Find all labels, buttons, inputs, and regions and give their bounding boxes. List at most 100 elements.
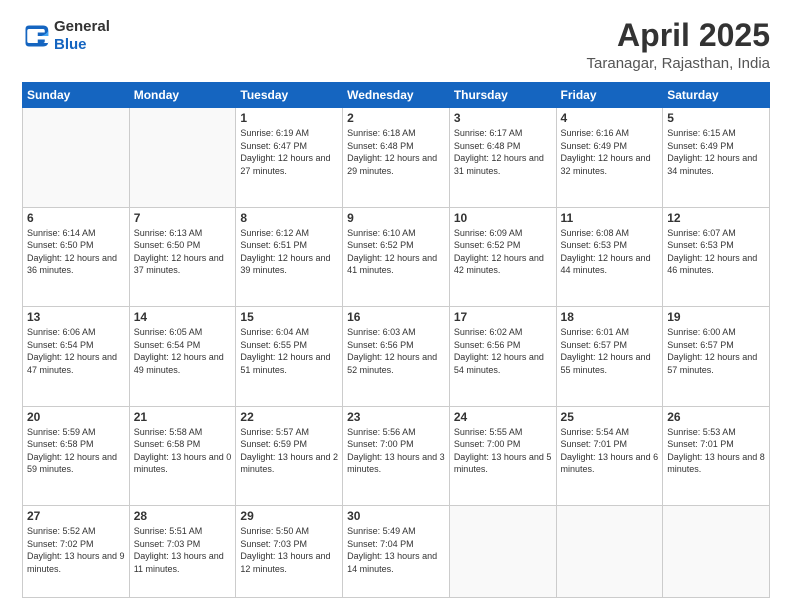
table-row: 6 Sunrise: 6:14 AM Sunset: 6:50 PM Daylig… — [23, 207, 130, 306]
day-info: Sunrise: 5:54 AM Sunset: 7:01 PM Dayligh… — [561, 426, 659, 476]
calendar-week-row: 6 Sunrise: 6:14 AM Sunset: 6:50 PM Daylig… — [23, 207, 770, 306]
table-row: 1Sunrise: 6:19 AM Sunset: 6:47 PM Daylig… — [236, 108, 343, 207]
table-row: 24 Sunrise: 5:55 AM Sunset: 7:00 PM Dayli… — [449, 406, 556, 505]
day-info: Sunrise: 5:57 AM Sunset: 6:59 PM Dayligh… — [240, 426, 338, 476]
day-info: Sunrise: 5:58 AM Sunset: 6:58 PM Dayligh… — [134, 426, 232, 476]
day-info: Sunrise: 6:00 AM Sunset: 6:57 PM Dayligh… — [667, 326, 765, 376]
table-row: 29Sunrise: 5:50 AM Sunset: 7:03 PM Dayli… — [236, 506, 343, 598]
day-number: 2 — [347, 111, 445, 125]
day-number: 17 — [454, 310, 552, 324]
day-info: Sunrise: 6:07 AM Sunset: 6:53 PM Dayligh… — [667, 227, 765, 277]
day-number: 27 — [27, 509, 125, 523]
day-info: Sunrise: 5:52 AM Sunset: 7:02 PM Dayligh… — [27, 525, 125, 575]
day-number: 5 — [667, 111, 765, 125]
table-row: 7 Sunrise: 6:13 AM Sunset: 6:50 PM Daylig… — [129, 207, 236, 306]
day-info: Sunrise: 6:06 AM Sunset: 6:54 PM Dayligh… — [27, 326, 125, 376]
day-info: Sunrise: 5:56 AM Sunset: 7:00 PM Dayligh… — [347, 426, 445, 476]
table-row: 2 Sunrise: 6:18 AM Sunset: 6:48 PM Daylig… — [343, 108, 450, 207]
day-number: 24 — [454, 410, 552, 424]
table-row: 27 Sunrise: 5:52 AM Sunset: 7:02 PM Dayli… — [23, 506, 130, 598]
calendar-week-row: 27 Sunrise: 5:52 AM Sunset: 7:02 PM Dayli… — [23, 506, 770, 598]
day-number: 3 — [454, 111, 552, 125]
day-number: 20 — [27, 410, 125, 424]
day-info: Sunrise: 6:14 AM Sunset: 6:50 PM Dayligh… — [27, 227, 125, 277]
calendar-week-row: 1Sunrise: 6:19 AM Sunset: 6:47 PM Daylig… — [23, 108, 770, 207]
table-row: 26Sunrise: 5:53 AM Sunset: 7:01 PM Dayli… — [663, 406, 770, 505]
day-info: Sunrise: 6:12 AM Sunset: 6:51 PM Dayligh… — [240, 227, 338, 277]
day-number: 22 — [240, 410, 338, 424]
table-row: 20Sunrise: 5:59 AM Sunset: 6:58 PM Dayli… — [23, 406, 130, 505]
table-row: 28Sunrise: 5:51 AM Sunset: 7:03 PM Dayli… — [129, 506, 236, 598]
day-info: Sunrise: 6:08 AM Sunset: 6:53 PM Dayligh… — [561, 227, 659, 277]
day-number: 14 — [134, 310, 232, 324]
day-number: 15 — [240, 310, 338, 324]
day-number: 7 — [134, 211, 232, 225]
day-info: Sunrise: 6:19 AM Sunset: 6:47 PM Dayligh… — [240, 127, 338, 177]
table-row — [556, 506, 663, 598]
day-number: 12 — [667, 211, 765, 225]
col-friday: Friday — [556, 83, 663, 108]
col-monday: Monday — [129, 83, 236, 108]
day-info: Sunrise: 5:53 AM Sunset: 7:01 PM Dayligh… — [667, 426, 765, 476]
table-row — [449, 506, 556, 598]
day-info: Sunrise: 6:03 AM Sunset: 6:56 PM Dayligh… — [347, 326, 445, 376]
col-thursday: Thursday — [449, 83, 556, 108]
day-number: 30 — [347, 509, 445, 523]
table-row — [23, 108, 130, 207]
day-info: Sunrise: 6:01 AM Sunset: 6:57 PM Dayligh… — [561, 326, 659, 376]
table-row: 4 Sunrise: 6:16 AM Sunset: 6:49 PM Daylig… — [556, 108, 663, 207]
day-number: 4 — [561, 111, 659, 125]
day-number: 28 — [134, 509, 232, 523]
table-row: 11 Sunrise: 6:08 AM Sunset: 6:53 PM Dayli… — [556, 207, 663, 306]
day-number: 16 — [347, 310, 445, 324]
calendar-header-row: Sunday Monday Tuesday Wednesday Thursday… — [23, 83, 770, 108]
table-row: 19 Sunrise: 6:00 AM Sunset: 6:57 PM Dayli… — [663, 307, 770, 406]
logo: General Blue — [22, 18, 110, 54]
day-info: Sunrise: 6:10 AM Sunset: 6:52 PM Dayligh… — [347, 227, 445, 277]
table-row: 9 Sunrise: 6:10 AM Sunset: 6:52 PM Daylig… — [343, 207, 450, 306]
table-row: 25 Sunrise: 5:54 AM Sunset: 7:01 PM Dayli… — [556, 406, 663, 505]
location-title: Taranagar, Rajasthan, India — [587, 55, 770, 72]
header: General Blue April 2025 Taranagar, Rajas… — [22, 18, 770, 72]
table-row: 13 Sunrise: 6:06 AM Sunset: 6:54 PM Dayli… — [23, 307, 130, 406]
day-number: 19 — [667, 310, 765, 324]
table-row: 10Sunrise: 6:09 AM Sunset: 6:52 PM Dayli… — [449, 207, 556, 306]
day-info: Sunrise: 6:13 AM Sunset: 6:50 PM Dayligh… — [134, 227, 232, 277]
day-number: 10 — [454, 211, 552, 225]
day-info: Sunrise: 5:50 AM Sunset: 7:03 PM Dayligh… — [240, 525, 338, 575]
calendar-week-row: 13 Sunrise: 6:06 AM Sunset: 6:54 PM Dayli… — [23, 307, 770, 406]
table-row: 23 Sunrise: 5:56 AM Sunset: 7:00 PM Dayli… — [343, 406, 450, 505]
table-row — [663, 506, 770, 598]
day-info: Sunrise: 6:16 AM Sunset: 6:49 PM Dayligh… — [561, 127, 659, 177]
col-saturday: Saturday — [663, 83, 770, 108]
day-info: Sunrise: 6:17 AM Sunset: 6:48 PM Dayligh… — [454, 127, 552, 177]
day-info: Sunrise: 6:15 AM Sunset: 6:49 PM Dayligh… — [667, 127, 765, 177]
day-number: 21 — [134, 410, 232, 424]
day-info: Sunrise: 6:02 AM Sunset: 6:56 PM Dayligh… — [454, 326, 552, 376]
logo-line1: General — [54, 18, 110, 36]
calendar-table: Sunday Monday Tuesday Wednesday Thursday… — [22, 82, 770, 598]
table-row: 12 Sunrise: 6:07 AM Sunset: 6:53 PM Dayli… — [663, 207, 770, 306]
logo-line2: Blue — [54, 36, 110, 54]
table-row: 3 Sunrise: 6:17 AM Sunset: 6:48 PM Daylig… — [449, 108, 556, 207]
day-number: 9 — [347, 211, 445, 225]
title-block: April 2025 Taranagar, Rajasthan, India — [587, 18, 770, 72]
day-info: Sunrise: 6:05 AM Sunset: 6:54 PM Dayligh… — [134, 326, 232, 376]
table-row: 22 Sunrise: 5:57 AM Sunset: 6:59 PM Dayli… — [236, 406, 343, 505]
table-row: 30 Sunrise: 5:49 AM Sunset: 7:04 PM Dayli… — [343, 506, 450, 598]
day-info: Sunrise: 6:18 AM Sunset: 6:48 PM Dayligh… — [347, 127, 445, 177]
day-number: 11 — [561, 211, 659, 225]
day-number: 13 — [27, 310, 125, 324]
col-sunday: Sunday — [23, 83, 130, 108]
day-number: 25 — [561, 410, 659, 424]
day-info: Sunrise: 5:49 AM Sunset: 7:04 PM Dayligh… — [347, 525, 445, 575]
day-number: 23 — [347, 410, 445, 424]
table-row: 18Sunrise: 6:01 AM Sunset: 6:57 PM Dayli… — [556, 307, 663, 406]
col-tuesday: Tuesday — [236, 83, 343, 108]
day-info: Sunrise: 6:04 AM Sunset: 6:55 PM Dayligh… — [240, 326, 338, 376]
table-row: 14 Sunrise: 6:05 AM Sunset: 6:54 PM Dayli… — [129, 307, 236, 406]
day-number: 6 — [27, 211, 125, 225]
calendar-week-row: 20Sunrise: 5:59 AM Sunset: 6:58 PM Dayli… — [23, 406, 770, 505]
day-info: Sunrise: 5:55 AM Sunset: 7:00 PM Dayligh… — [454, 426, 552, 476]
table-row: 21 Sunrise: 5:58 AM Sunset: 6:58 PM Dayli… — [129, 406, 236, 505]
